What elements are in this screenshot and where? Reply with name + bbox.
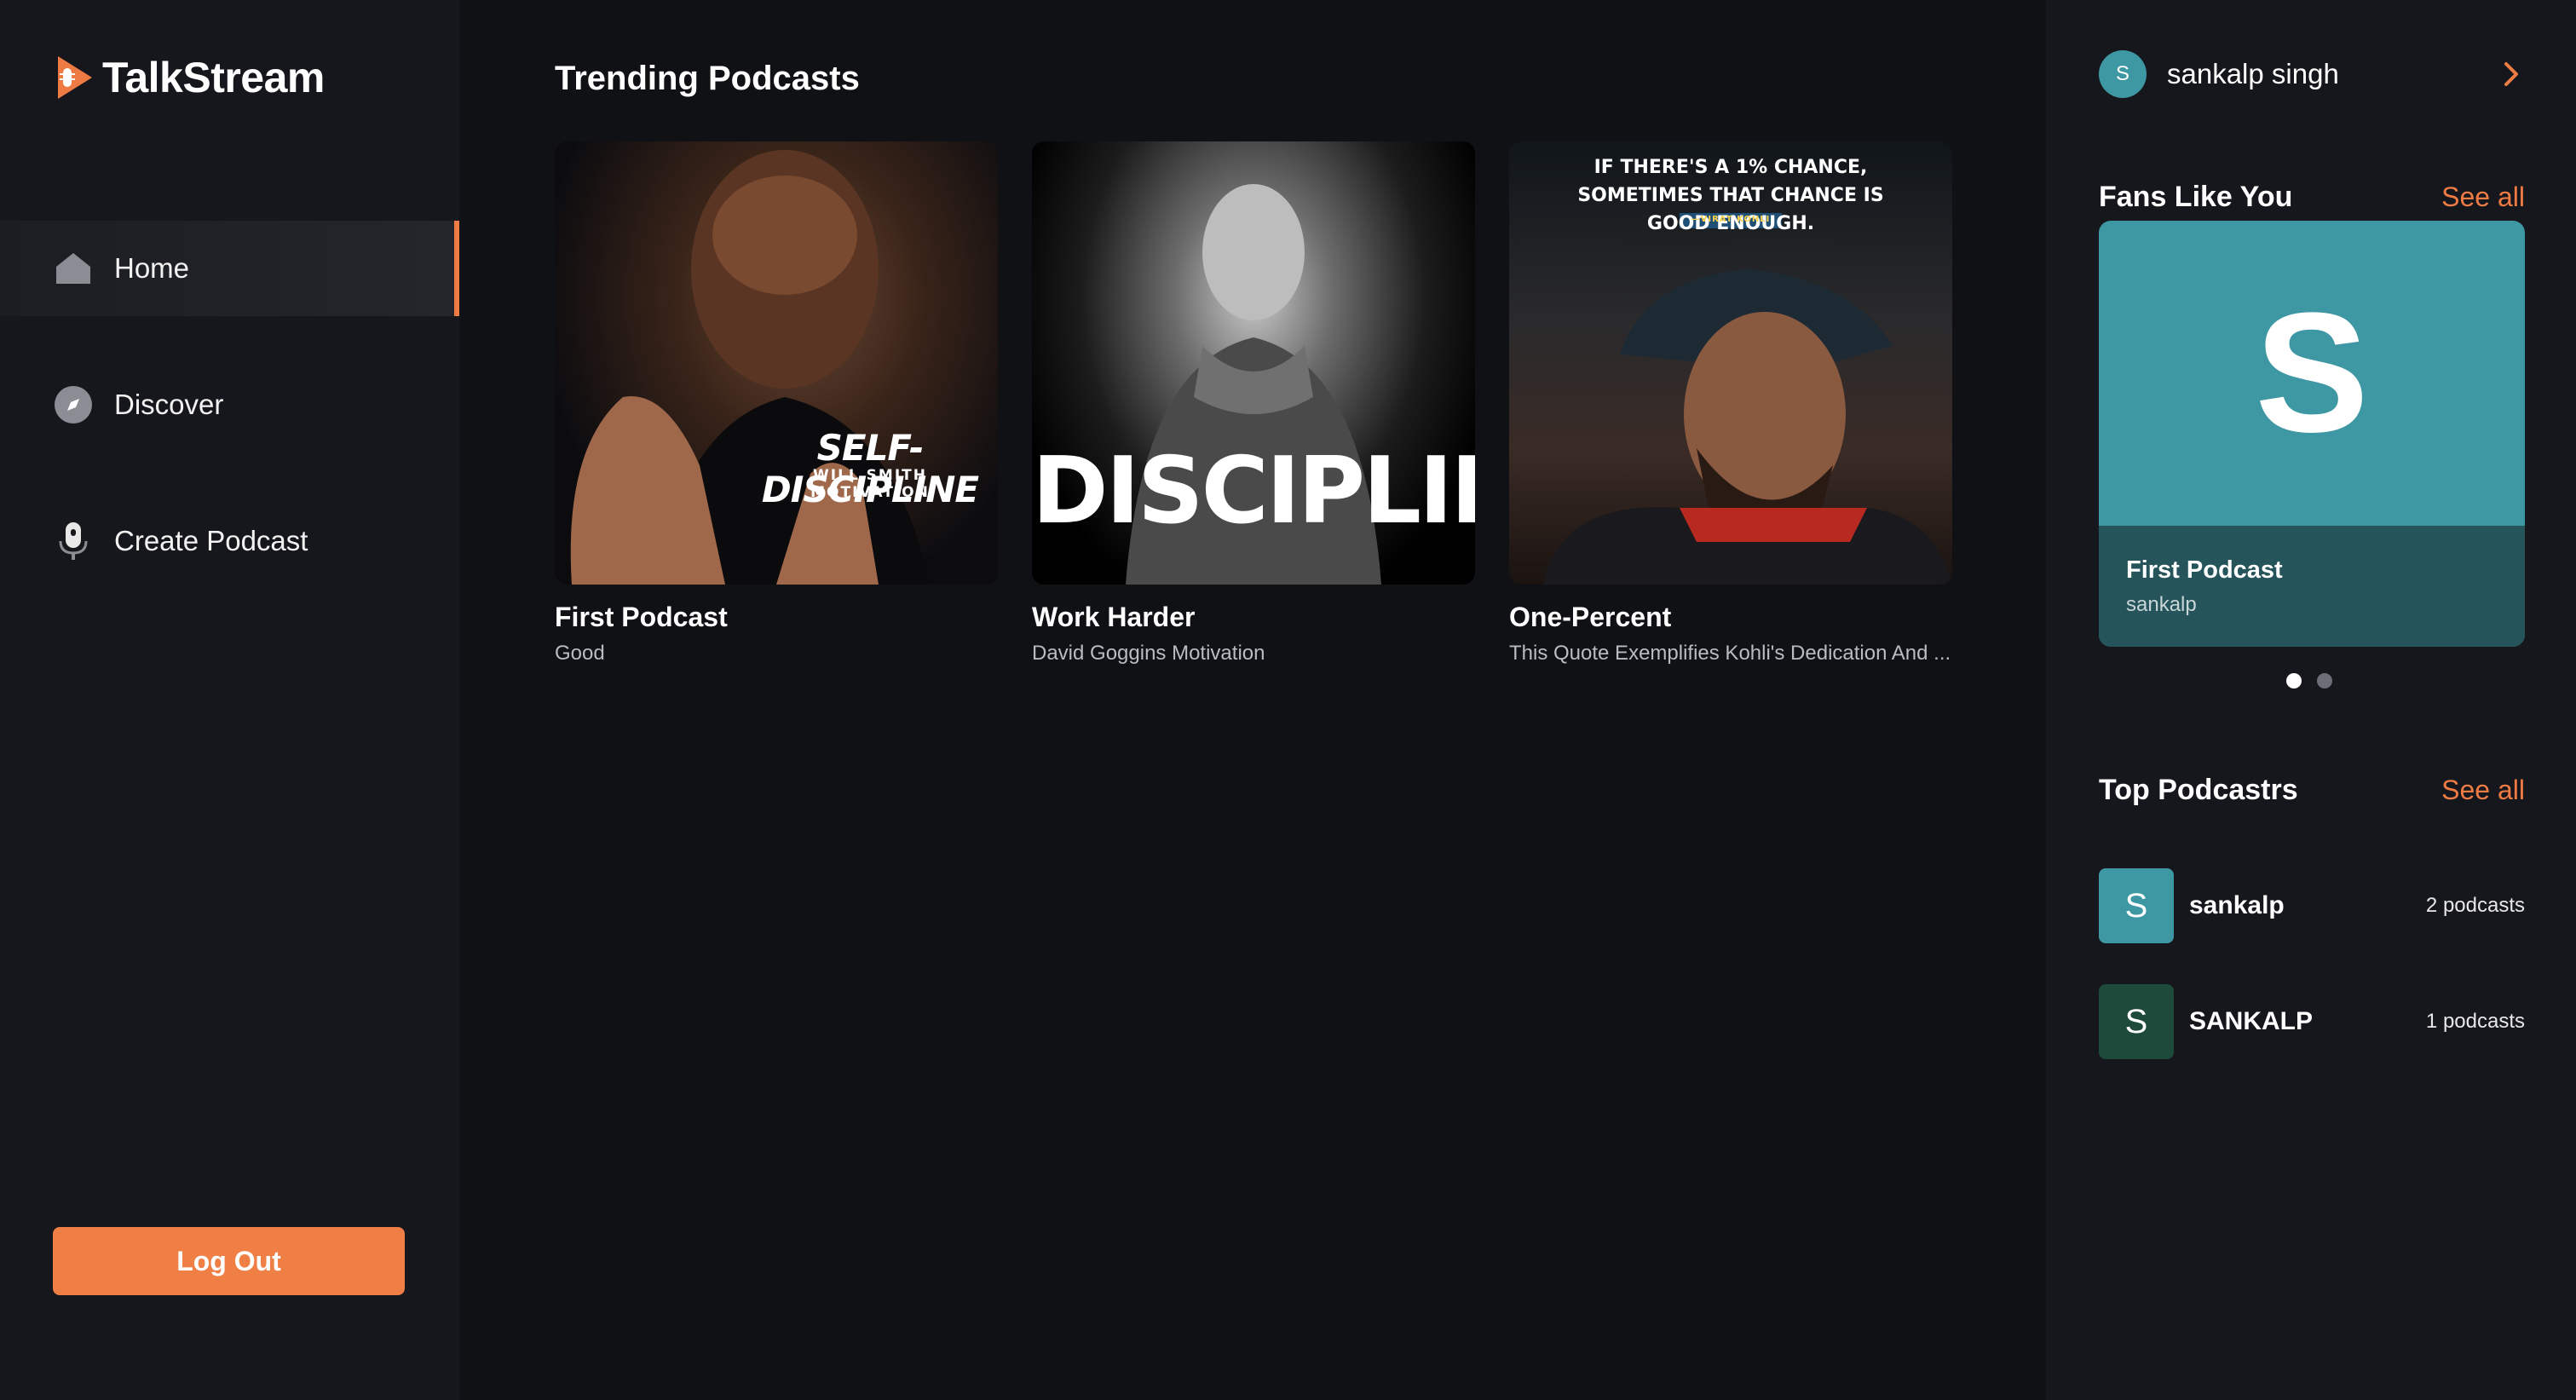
- fan-card-letter: S: [2255, 278, 2369, 468]
- main-content: Trending Podcasts SELF-DISCIPLINE WILL S…: [459, 0, 2046, 1400]
- avatar: S: [2099, 868, 2174, 943]
- podcast-card[interactable]: DISCIPLINE Work Harder David Goggins Mot…: [1032, 141, 1475, 665]
- carousel-dot[interactable]: [2286, 673, 2302, 688]
- fans-heading: Fans Like You: [2099, 181, 2293, 213]
- fan-podcast-card[interactable]: S First Podcast sankalp: [2099, 221, 2525, 647]
- podcast-title: One-Percent: [1509, 602, 1672, 632]
- podcast-thumbnail[interactable]: IF THERE'S A 1% CHANCE, SOMETIMES THAT C…: [1509, 141, 1952, 585]
- carousel-dot[interactable]: [2317, 673, 2332, 688]
- thumbnail-subtitle: WILL SMITH MOTIVATION: [810, 467, 930, 501]
- podcaster-name: sankalp: [2189, 891, 2285, 919]
- sidebar-item-label: Create Podcast: [114, 525, 308, 556]
- thumbnail-subtitle: —VIRAT KOHLI: [1691, 215, 1771, 224]
- chevron-right-icon[interactable]: [2498, 60, 2525, 88]
- podcast-subtitle: David Goggins Motivation: [1032, 642, 1265, 665]
- podcast-count: 2 podcasts: [2425, 894, 2525, 917]
- thumbnail-title: IF THERE'S A 1% CHANCE, SOMETIMES THAT C…: [1577, 157, 1884, 234]
- avatar: S: [2099, 984, 2174, 1059]
- podcaster-row[interactable]: S sankalp 2 podcasts: [2099, 868, 2525, 943]
- podcast-count: 1 podcasts: [2425, 1010, 2525, 1033]
- microphone-icon: [53, 521, 94, 562]
- podcast-thumbnail[interactable]: DISCIPLINE: [1032, 141, 1475, 585]
- fans-see-all-link[interactable]: See all: [2441, 181, 2525, 213]
- podcast-title: Work Harder: [1032, 602, 1196, 632]
- podcast-card[interactable]: IF THERE'S A 1% CHANCE, SOMETIMES THAT C…: [1509, 141, 1952, 665]
- home-icon: [53, 248, 94, 289]
- podcast-subtitle: Good: [555, 642, 605, 665]
- left-sidebar: TalkStream Home Discover Create Podcast …: [0, 0, 459, 1400]
- sidebar-item-label: Discover: [114, 389, 224, 420]
- sidebar-item-discover[interactable]: Discover: [0, 357, 459, 452]
- podcaster-row[interactable]: S SANKALP 1 podcasts: [2099, 984, 2525, 1059]
- top-podcasters-heading: Top Podcastrs: [2099, 774, 2298, 806]
- right-sidebar: S sankalp singh Fans Like You See all S …: [2046, 0, 2576, 1400]
- brand-name: TalkStream: [102, 54, 325, 101]
- podcaster-name: SANKALP: [2189, 1007, 2314, 1035]
- compass-icon: [53, 384, 94, 425]
- podcast-thumbnail[interactable]: SELF-DISCIPLINE WILL SMITH MOTIVATION: [555, 141, 998, 585]
- section-title: Trending Podcasts: [555, 60, 860, 97]
- user-profile-row[interactable]: S sankalp singh: [2099, 49, 2525, 99]
- user-name: sankalp singh: [2167, 58, 2339, 89]
- avatar[interactable]: S: [2099, 50, 2147, 98]
- fan-card-info: First Podcast sankalp: [2099, 526, 2525, 647]
- thumbnail-title: DISCIPLINE: [1032, 438, 1475, 544]
- talkstream-logo-icon: [58, 56, 92, 99]
- sidebar-item-home[interactable]: Home: [0, 221, 459, 316]
- podcast-subtitle: This Quote Exemplifies Kohli's Dedicatio…: [1509, 642, 1951, 665]
- brand[interactable]: TalkStream: [53, 53, 325, 102]
- sidebar-item-create-podcast[interactable]: Create Podcast: [0, 493, 459, 589]
- fan-card-title: First Podcast: [2126, 556, 2283, 584]
- portrait-illustration: [570, 150, 930, 585]
- top-podcasters-header: Top Podcastrs See all: [2099, 774, 2525, 807]
- fan-card-author: sankalp: [2126, 593, 2197, 616]
- carousel-dots: [2286, 673, 2332, 688]
- top-podcasters-see-all-link[interactable]: See all: [2441, 775, 2525, 806]
- podcast-card[interactable]: SELF-DISCIPLINE WILL SMITH MOTIVATION Fi…: [555, 141, 998, 665]
- logout-button[interactable]: Log Out: [53, 1227, 405, 1295]
- sidebar-item-label: Home: [114, 252, 190, 284]
- fans-header: Fans Like You See all: [2099, 181, 2525, 214]
- podcast-title: First Podcast: [555, 602, 728, 632]
- app-root: TalkStream Home Discover Create Podcast …: [0, 0, 2576, 1400]
